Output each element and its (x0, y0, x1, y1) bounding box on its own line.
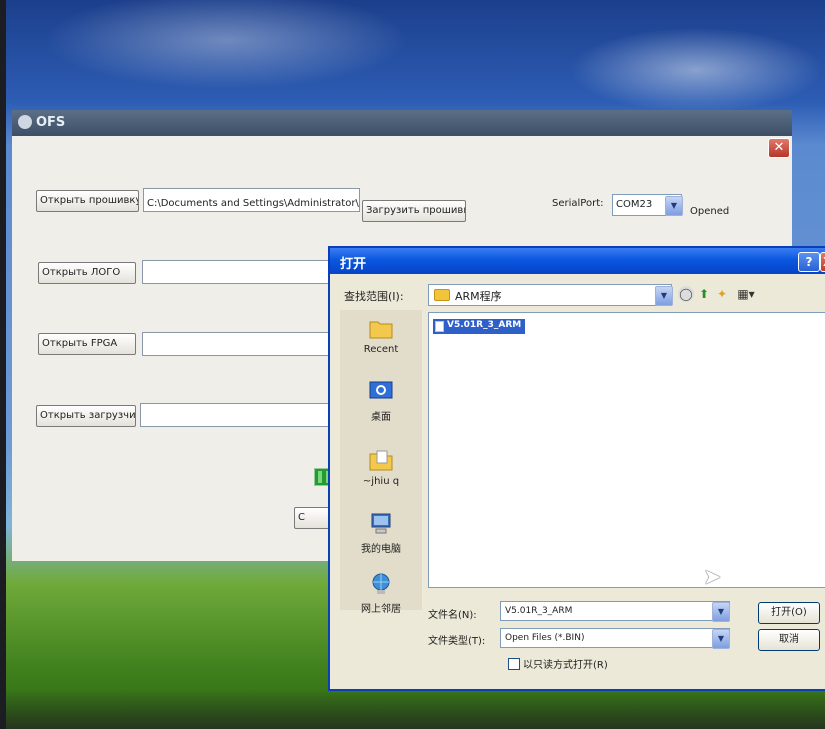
desktop-icon (369, 381, 393, 399)
load-firmware-button[interactable]: Загрузить прошивку (362, 200, 466, 222)
open-bootloader-button[interactable]: Открыть загрузчик (36, 405, 136, 427)
filetype-label: 文件类型(T): (428, 636, 486, 647)
open-logo-button[interactable]: Открыть ЛОГО (38, 262, 136, 284)
file-list[interactable]: V5.01R_3_ARM ➤ (428, 312, 825, 590)
back-icon[interactable]: ◯ (678, 286, 694, 302)
new-folder-icon[interactable]: ✦ (714, 286, 730, 302)
fpga-path-field[interactable] (142, 332, 342, 356)
cancel-button[interactable]: 取消 (758, 629, 820, 651)
place-my-documents[interactable]: ~jhiu q (340, 448, 422, 487)
partial-button[interactable]: C (294, 507, 330, 529)
open-button[interactable]: 打开(O) (758, 602, 820, 624)
open-fpga-button[interactable]: Открыть FPGA (38, 333, 136, 355)
open-file-dialog: 打开 ? X 查找范围(I): ARM程序 ▼ ◯ ⬆ ✦ ▦▾ Recent … (328, 246, 825, 691)
place-desktop[interactable]: 桌面 (340, 380, 422, 423)
desktop-background: OFS ✕ Открыть прошивку C:\Documents and … (6, 0, 825, 729)
photo-bottom-shade (6, 689, 825, 729)
dialog-title: 打开 (340, 257, 367, 272)
filetype-dropdown-icon[interactable]: ▼ (712, 629, 730, 649)
chevron-down-icon[interactable]: ▼ (665, 196, 683, 216)
places-bar: Recent 桌面 ~jhiu q 我的电脑 网上邻居 (340, 310, 422, 615)
filetype-select[interactable]: Open Files (*.BIN) (500, 628, 730, 648)
look-in-value: ARM程序 (455, 290, 502, 303)
view-menu-icon[interactable]: ▦▾ (734, 286, 758, 302)
readonly-checkbox[interactable]: 以只读方式打开(R) (508, 656, 608, 671)
mouse-cursor-icon: ➤ (703, 565, 722, 590)
ofs-window-titlebar[interactable]: OFS (12, 110, 792, 136)
ofs-close-button[interactable]: ✕ (768, 138, 790, 158)
up-folder-icon[interactable]: ⬆ (696, 286, 712, 302)
dialog-titlebar[interactable]: 打开 (330, 248, 825, 274)
folder-icon (434, 289, 450, 301)
ofs-window-title: OFS (36, 115, 66, 130)
recent-folder-icon (369, 321, 393, 339)
open-firmware-button[interactable]: Открыть прошивку (36, 190, 139, 212)
place-my-computer[interactable]: 我的电脑 (340, 512, 422, 555)
dialog-close-button[interactable]: X (820, 252, 825, 272)
my-computer-icon (371, 513, 391, 534)
look-in-label: 查找范围(I): (344, 290, 404, 303)
help-button[interactable]: ? (798, 252, 820, 272)
network-places-icon (372, 573, 390, 594)
place-network[interactable]: 网上邻居 (340, 572, 422, 615)
app-icon (18, 115, 32, 129)
serial-port-label: SerialPort: (552, 198, 604, 209)
filename-dropdown-icon[interactable]: ▼ (712, 602, 730, 622)
checkbox-box[interactable] (508, 658, 520, 670)
look-in-select[interactable]: ARM程序 (428, 284, 672, 306)
file-item-selected[interactable]: V5.01R_3_ARM (433, 319, 526, 334)
my-documents-icon (369, 450, 393, 471)
logo-path-field[interactable] (142, 260, 342, 284)
serial-status-text: Opened (690, 206, 730, 217)
filename-label: 文件名(N): (428, 610, 477, 621)
firmware-path-field[interactable]: C:\Documents and Settings\Administrator\… (143, 188, 360, 212)
place-recent[interactable]: Recent (340, 316, 422, 355)
filename-input[interactable]: V5.01R_3_ARM (500, 601, 730, 621)
bootloader-path-field[interactable] (140, 403, 340, 427)
look-in-dropdown-icon[interactable]: ▼ (655, 286, 673, 306)
